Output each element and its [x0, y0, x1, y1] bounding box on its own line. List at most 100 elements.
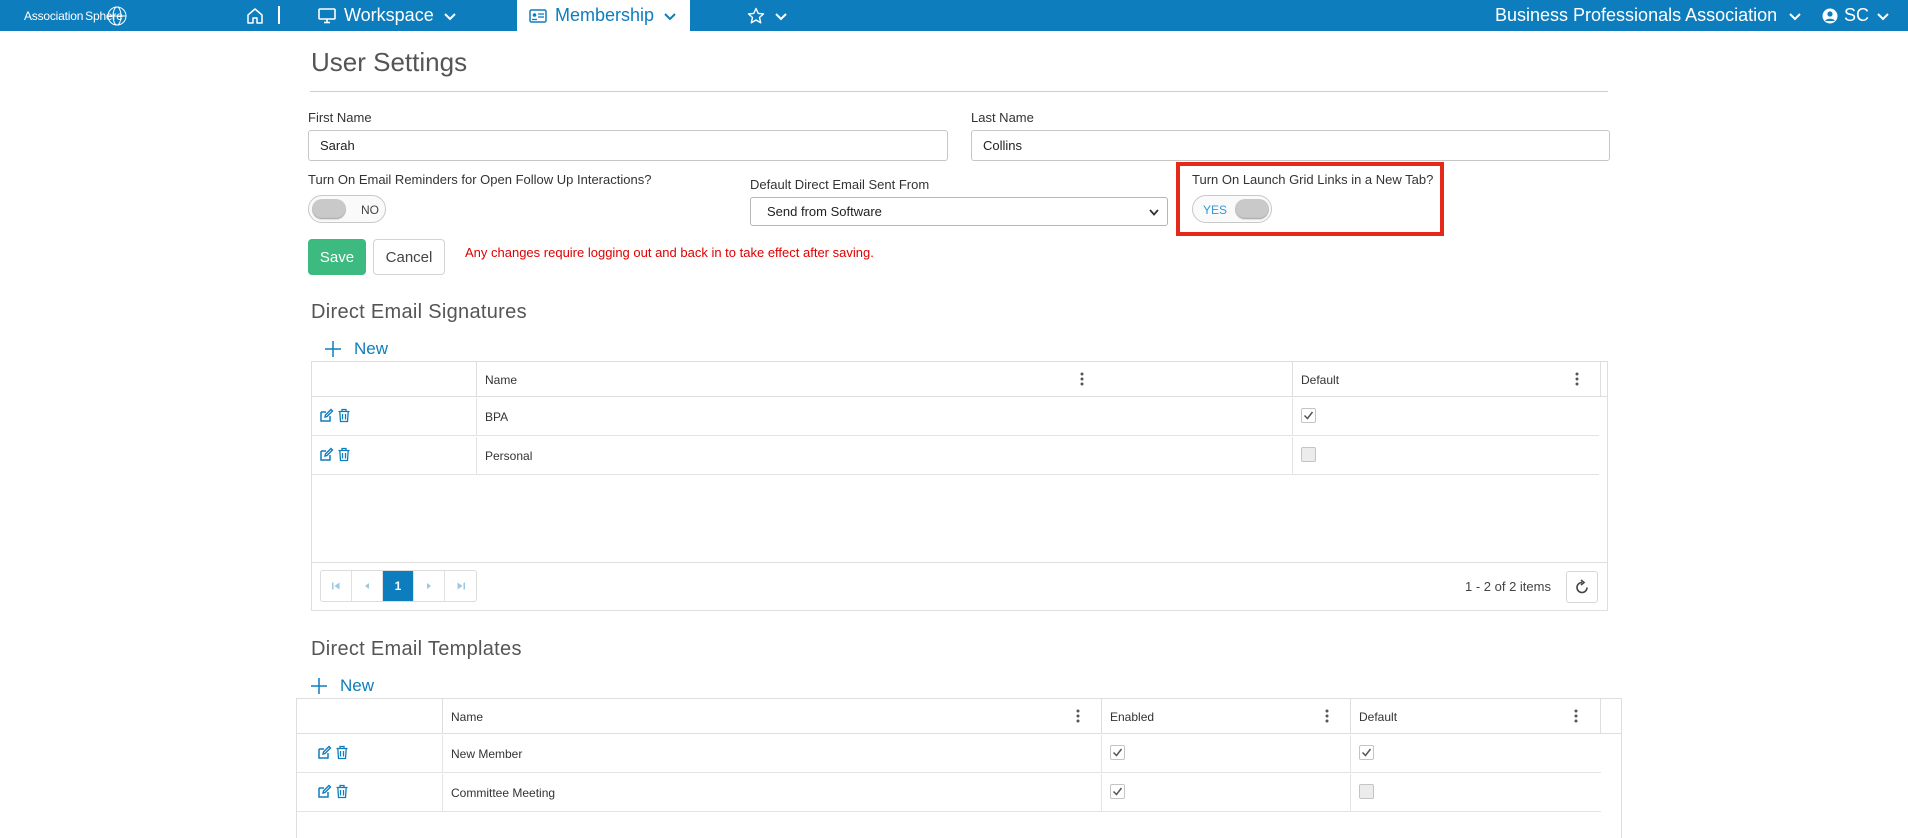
save-button[interactable]: Save: [308, 239, 366, 275]
next-page-icon: [427, 583, 431, 589]
first-page-icon: [332, 582, 340, 590]
default-cell: [1350, 774, 1601, 812]
new-signature-label: New: [354, 339, 389, 358]
column-menu-icon[interactable]: [1574, 371, 1580, 387]
chevron-down-icon: [1877, 12, 1889, 20]
trash-icon[interactable]: [337, 408, 351, 423]
pager-items-count: 1 - 2 of 2 items: [1465, 579, 1551, 594]
column-header-default[interactable]: Default: [1292, 362, 1600, 397]
membership-label: Membership: [555, 5, 655, 25]
trash-icon[interactable]: [335, 784, 349, 799]
enabled-checkbox-checked[interactable]: [1110, 745, 1125, 760]
enabled-checkbox-checked[interactable]: [1110, 784, 1125, 799]
edit-icon[interactable]: [317, 784, 332, 799]
toggle-state-text: YES: [1203, 203, 1228, 217]
cancel-button[interactable]: Cancel: [373, 239, 445, 275]
email-reminder-toggle[interactable]: NO: [308, 195, 386, 223]
templates-grid: Name Enabled Default New Member Committe…: [296, 698, 1622, 838]
enabled-cell: [1101, 774, 1350, 812]
row-actions: [319, 408, 351, 423]
direct-email-label: Default Direct Email Sent From: [750, 177, 930, 192]
direct-email-selected-value: Send from Software: [767, 204, 882, 219]
column-header-enabled-label: Enabled: [1110, 709, 1155, 724]
grid-header: Name Enabled Default: [297, 699, 1621, 734]
direct-email-select[interactable]: Send from Software: [750, 197, 1168, 226]
new-template-label: New: [340, 676, 375, 695]
last-page-button[interactable]: [445, 571, 476, 601]
column-header-default-label: Default: [1359, 709, 1398, 724]
scrollbar-gutter: [1600, 699, 1621, 734]
home-button[interactable]: [246, 6, 264, 26]
table-row[interactable]: Personal: [312, 437, 1599, 475]
grid-links-label: Turn On Launch Grid Links in a New Tab?: [1192, 172, 1434, 187]
plus-icon: [325, 341, 341, 357]
table-row[interactable]: New Member: [297, 735, 1601, 773]
top-navigation-bar: Association Sphere Workspace Membership …: [0, 0, 1908, 31]
favorites-menu[interactable]: [747, 0, 789, 31]
column-menu-icon[interactable]: [1573, 708, 1579, 724]
column-header-name-label: Name: [485, 372, 518, 387]
edit-icon[interactable]: [317, 745, 332, 760]
column-header-name[interactable]: Name: [476, 362, 1104, 397]
globe-logo-icon: [107, 6, 127, 25]
new-template-button[interactable]: New: [310, 676, 374, 696]
grid-links-toggle[interactable]: YES: [1192, 195, 1272, 223]
trash-icon[interactable]: [335, 745, 349, 760]
title-divider: [310, 91, 1608, 92]
chevron-down-icon: [775, 12, 787, 20]
chevron-down-icon: [664, 12, 676, 20]
column-header-name[interactable]: Name: [442, 699, 1101, 734]
column-menu-icon[interactable]: [1079, 371, 1085, 387]
email-reminder-label: Turn On Email Reminders for Open Follow …: [308, 172, 652, 187]
table-row[interactable]: Committee Meeting: [297, 774, 1601, 812]
current-page-button[interactable]: 1: [383, 571, 414, 601]
edit-icon[interactable]: [319, 408, 334, 423]
nav-divider: [278, 6, 280, 24]
logo-text-association: Association: [24, 8, 84, 23]
toggle-knob: [1235, 199, 1269, 219]
default-checkbox-checked[interactable]: [1359, 745, 1374, 760]
home-icon: [247, 8, 263, 24]
default-checkbox-unchecked[interactable]: [1301, 447, 1316, 462]
logout-warning-text: Any changes require logging out and back…: [465, 245, 874, 260]
signatures-section-title: Direct Email Signatures: [311, 301, 527, 323]
trash-icon[interactable]: [337, 447, 351, 462]
refresh-icon: [1576, 579, 1588, 594]
row-actions: [317, 784, 349, 799]
previous-page-button[interactable]: [352, 571, 383, 601]
next-page-button[interactable]: [414, 571, 445, 601]
monitor-icon: [318, 7, 336, 23]
user-initials: SC: [1844, 5, 1870, 25]
signatures-pager: 1: [320, 570, 477, 602]
default-checkbox-checked[interactable]: [1301, 408, 1316, 423]
refresh-button[interactable]: [1566, 571, 1598, 603]
column-header-default[interactable]: Default: [1350, 699, 1600, 734]
first-name-input[interactable]: [308, 130, 948, 161]
column-menu-icon[interactable]: [1075, 708, 1081, 724]
default-checkbox-unchecked[interactable]: [1359, 784, 1374, 799]
templates-section-title: Direct Email Templates: [311, 638, 522, 660]
toggle-knob: [312, 199, 346, 219]
last-name-input[interactable]: [971, 130, 1610, 161]
table-row[interactable]: BPA: [312, 398, 1599, 436]
grid-footer-divider: [312, 562, 1607, 563]
new-signature-button[interactable]: New: [324, 339, 388, 359]
column-header-default-label: Default: [1301, 372, 1340, 387]
toggle-state-text: NO: [361, 203, 379, 217]
scrollbar-gutter: [1600, 362, 1608, 397]
edit-icon[interactable]: [319, 447, 334, 462]
workspace-menu[interactable]: Workspace: [318, 0, 458, 31]
column-header-enabled[interactable]: Enabled: [1101, 699, 1350, 734]
name-cell: Personal: [476, 437, 1292, 475]
organization-name: Business Professionals Association: [1495, 5, 1778, 25]
chevron-down-icon: [1789, 12, 1801, 20]
first-page-button[interactable]: [321, 571, 352, 601]
user-menu[interactable]: SC: [1822, 0, 1891, 31]
chevron-down-icon: [1149, 209, 1159, 216]
first-name-label: First Name: [308, 110, 372, 125]
membership-menu[interactable]: Membership: [517, 0, 691, 31]
association-sphere-logo[interactable]: Association Sphere: [24, 0, 127, 31]
organization-menu[interactable]: Business Professionals Association: [1495, 0, 1803, 31]
column-menu-icon[interactable]: [1324, 708, 1330, 724]
name-cell: Committee Meeting: [442, 774, 1101, 812]
